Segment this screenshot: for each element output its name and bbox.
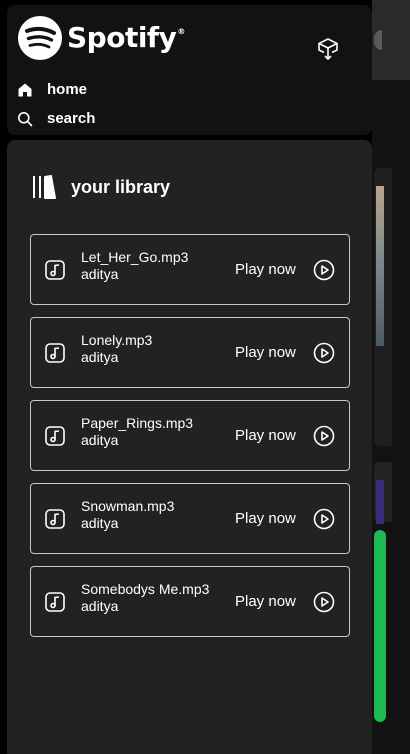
music-note-icon xyxy=(45,509,65,529)
nav-search[interactable]: search xyxy=(17,110,95,127)
song-title: Lonely.mp3 xyxy=(81,332,153,348)
search-icon xyxy=(18,111,33,126)
song-card[interactable]: Snowman.mp3 aditya Play now xyxy=(30,483,350,554)
play-circle-icon[interactable] xyxy=(313,508,335,530)
music-note-icon xyxy=(45,592,65,612)
sidebar-library-panel: your library Let_Her_Go.mp3 aditya Play … xyxy=(7,140,372,754)
play-circle-icon[interactable] xyxy=(313,342,335,364)
brand-name: Spotify® xyxy=(67,21,185,54)
registered-mark: ® xyxy=(177,27,185,36)
library-icon xyxy=(33,175,56,199)
play-now-button[interactable]: Play now xyxy=(235,427,296,445)
nav-home[interactable]: home xyxy=(17,81,87,98)
sidebar-nav-panel: Spotify® home search xyxy=(7,5,372,135)
song-artist: aditya xyxy=(81,515,119,531)
song-title: Somebodys Me.mp3 xyxy=(81,581,210,597)
music-note-icon xyxy=(45,260,65,280)
play-now-button[interactable]: Play now xyxy=(235,510,296,528)
song-card[interactable]: Let_Her_Go.mp3 aditya Play now xyxy=(30,234,350,305)
song-card[interactable]: Somebodys Me.mp3 aditya Play now xyxy=(30,566,350,637)
play-now-button[interactable]: Play now xyxy=(235,261,296,279)
play-now-button[interactable]: Play now xyxy=(235,593,296,611)
song-title: Let_Her_Go.mp3 xyxy=(81,249,189,265)
song-card[interactable]: Paper_Rings.mp3 aditya Play now xyxy=(30,400,350,471)
song-artist: aditya xyxy=(81,266,119,282)
library-title: your library xyxy=(71,176,171,197)
install-app-icon[interactable] xyxy=(316,37,340,61)
main-green-panel[interactable] xyxy=(374,530,386,722)
music-note-icon xyxy=(45,343,65,363)
song-title: Paper_Rings.mp3 xyxy=(81,415,194,431)
song-artist: aditya xyxy=(81,598,119,614)
play-circle-icon[interactable] xyxy=(313,425,335,447)
nav-home-label: home xyxy=(47,81,88,98)
main-card-image-2 xyxy=(376,480,384,524)
play-now-button[interactable]: Play now xyxy=(235,344,296,362)
nav-search-label: search xyxy=(47,110,96,127)
main-card-image xyxy=(376,186,384,346)
play-circle-icon[interactable] xyxy=(313,591,335,613)
spotify-logo[interactable]: Spotify® xyxy=(17,15,185,61)
library-header[interactable]: your library xyxy=(31,174,170,200)
song-list: Let_Her_Go.mp3 aditya Play now Lonely.mp… xyxy=(30,234,350,649)
song-title: Snowman.mp3 xyxy=(81,498,175,514)
home-icon xyxy=(18,83,32,96)
song-card[interactable]: Lonely.mp3 aditya Play now xyxy=(30,317,350,388)
music-note-icon xyxy=(45,426,65,446)
main-topbar-control[interactable] xyxy=(374,30,382,50)
spotify-logo-icon xyxy=(18,16,62,60)
play-circle-icon[interactable] xyxy=(313,259,335,281)
song-artist: aditya xyxy=(81,349,119,365)
song-artist: aditya xyxy=(81,432,119,448)
